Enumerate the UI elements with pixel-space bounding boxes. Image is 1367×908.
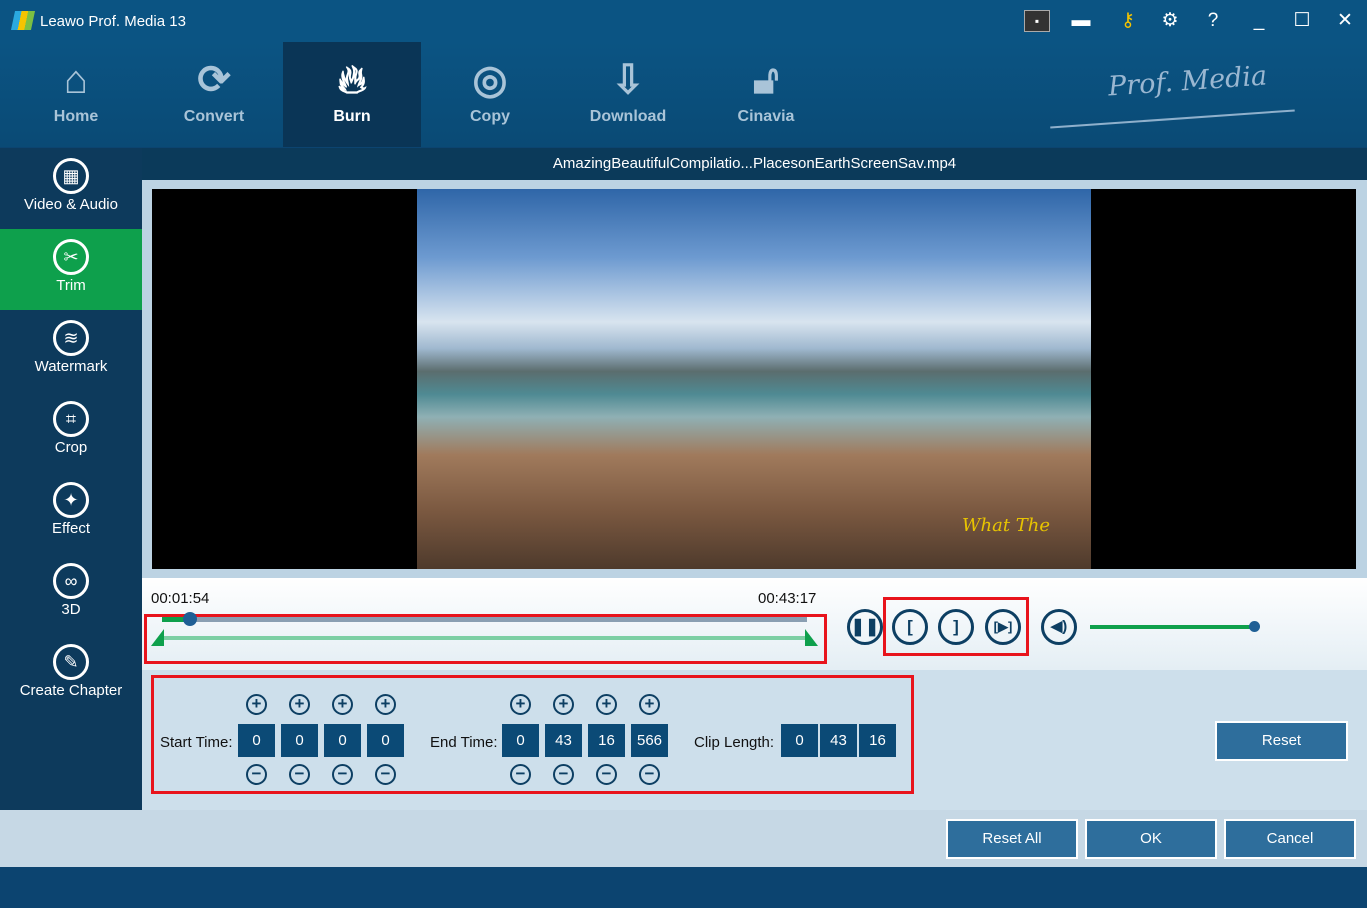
increment-icon[interactable]: +: [246, 694, 267, 715]
set-end-button[interactable]: ]: [938, 609, 974, 645]
nav-copy[interactable]: ◎ Copy: [421, 42, 559, 147]
sidebar-label: Trim: [56, 277, 86, 294]
video-frame: [417, 189, 1091, 569]
clip-length-field: 43: [820, 724, 857, 757]
sidebar-item-video-audio[interactable]: ▦ Video & Audio: [0, 148, 142, 229]
end-time-label: End Time:: [430, 734, 498, 751]
sidebar-item-watermark[interactable]: ≋ Watermark: [0, 310, 142, 391]
app-title: Leawo Prof. Media 13: [40, 13, 186, 30]
nav-home[interactable]: ⌂ Home: [7, 42, 145, 147]
maximize-button[interactable]: ☐: [1288, 8, 1316, 34]
progress-track[interactable]: [162, 617, 807, 622]
sidebar-label: 3D: [61, 601, 81, 618]
end-time-field[interactable]: 43: [545, 724, 582, 757]
amd-icon[interactable]: ▪: [1024, 10, 1050, 32]
nav-label: Convert: [183, 108, 245, 125]
sidebar-item-crop[interactable]: ⌗ Crop: [0, 391, 142, 472]
set-start-button[interactable]: [: [892, 609, 928, 645]
increment-icon[interactable]: +: [596, 694, 617, 715]
sidebar-item-trim[interactable]: ✂ Trim: [0, 229, 142, 310]
start-time-label: Start Time:: [160, 734, 233, 751]
start-time-field[interactable]: 0: [281, 724, 318, 757]
key-icon[interactable]: ⚷: [1114, 8, 1142, 34]
sidebar-label: Watermark: [34, 358, 108, 375]
nav-label: Copy: [470, 108, 510, 125]
sidebar-label: Effect: [51, 520, 91, 537]
chapter-icon: ✎: [53, 644, 89, 680]
current-time: 00:01:54: [151, 590, 210, 607]
sidebar-label: Create Chapter: [19, 682, 123, 699]
end-time-field[interactable]: 16: [588, 724, 625, 757]
scissors-icon: ✂: [53, 239, 89, 275]
clip-length-label: Clip Length:: [694, 734, 775, 751]
decrement-icon[interactable]: −: [332, 764, 353, 785]
end-time: 00:43:17: [758, 590, 817, 607]
increment-icon[interactable]: +: [639, 694, 660, 715]
decrement-icon[interactable]: −: [553, 764, 574, 785]
increment-icon[interactable]: +: [553, 694, 574, 715]
start-time-field[interactable]: 0: [238, 724, 275, 757]
magic-wand-icon: ✦: [53, 482, 89, 518]
minimize-button[interactable]: _: [1245, 8, 1273, 34]
volume-icon[interactable]: ◀): [1041, 609, 1077, 645]
play-selection-button[interactable]: [▶]: [985, 609, 1021, 645]
disc-icon: ◎: [472, 58, 508, 102]
reset-all-button[interactable]: Reset All: [946, 819, 1078, 859]
flame-icon: 🔥︎: [337, 58, 367, 102]
3d-glasses-icon: ∞: [53, 563, 89, 599]
app-logo-icon: [10, 11, 36, 30]
nav-label: Burn: [333, 108, 371, 125]
trim-end-handle[interactable]: [805, 629, 818, 646]
nav-label: Cinavia: [737, 108, 795, 125]
nav-cinavia[interactable]: 🔓︎ Cinavia: [697, 42, 835, 147]
convert-icon: ⟳: [197, 58, 231, 102]
increment-icon[interactable]: +: [510, 694, 531, 715]
help-icon[interactable]: ?: [1199, 8, 1227, 34]
nav-download[interactable]: ⇩ Download: [559, 42, 697, 147]
end-time-field[interactable]: 566: [631, 724, 668, 757]
start-time-field[interactable]: 0: [367, 724, 404, 757]
sidebar-item-create-chapter[interactable]: ✎ Create Chapter: [0, 634, 142, 715]
download-icon: ⇩: [611, 58, 645, 102]
volume-handle[interactable]: [1249, 621, 1260, 632]
volume-slider[interactable]: [1090, 625, 1255, 629]
clip-length-field: 0: [781, 724, 818, 757]
crop-icon: ⌗: [53, 401, 89, 437]
ok-button[interactable]: OK: [1085, 819, 1217, 859]
feedback-icon[interactable]: ▬: [1067, 8, 1095, 34]
decrement-icon[interactable]: −: [596, 764, 617, 785]
start-time-field[interactable]: 0: [324, 724, 361, 757]
gear-icon[interactable]: ⚙: [1156, 8, 1184, 34]
video-watermark: What The: [962, 515, 1051, 536]
close-button[interactable]: ✕: [1331, 8, 1359, 34]
decrement-icon[interactable]: −: [375, 764, 396, 785]
decrement-icon[interactable]: −: [246, 764, 267, 785]
increment-icon[interactable]: +: [289, 694, 310, 715]
home-icon: ⌂: [63, 58, 89, 102]
increment-icon[interactable]: +: [375, 694, 396, 715]
watermark-icon: ≋: [53, 320, 89, 356]
sidebar-label: Crop: [54, 439, 88, 456]
decrement-icon[interactable]: −: [639, 764, 660, 785]
sidebar-item-3d[interactable]: ∞ 3D: [0, 553, 142, 634]
file-name: AmazingBeautifulCompilatio...PlacesonEar…: [142, 148, 1367, 180]
cancel-button[interactable]: Cancel: [1224, 819, 1356, 859]
sidebar-item-effect[interactable]: ✦ Effect: [0, 472, 142, 553]
sidebar-label: Video & Audio: [24, 196, 118, 213]
clip-length-field: 16: [859, 724, 896, 757]
trim-start-handle[interactable]: [151, 629, 164, 646]
trim-range: [160, 636, 810, 640]
unlock-icon: 🔓︎: [753, 58, 779, 102]
nav-label: Home: [53, 108, 99, 125]
end-time-field[interactable]: 0: [502, 724, 539, 757]
reset-button[interactable]: Reset: [1215, 721, 1348, 761]
nav-convert[interactable]: ⟳ Convert: [145, 42, 283, 147]
increment-icon[interactable]: +: [332, 694, 353, 715]
decrement-icon[interactable]: −: [289, 764, 310, 785]
decrement-icon[interactable]: −: [510, 764, 531, 785]
nav-label: Download: [589, 108, 667, 125]
nav-burn[interactable]: 🔥︎ Burn: [283, 42, 421, 147]
pause-button[interactable]: ❚❚: [847, 609, 883, 645]
film-icon: ▦: [53, 158, 89, 194]
